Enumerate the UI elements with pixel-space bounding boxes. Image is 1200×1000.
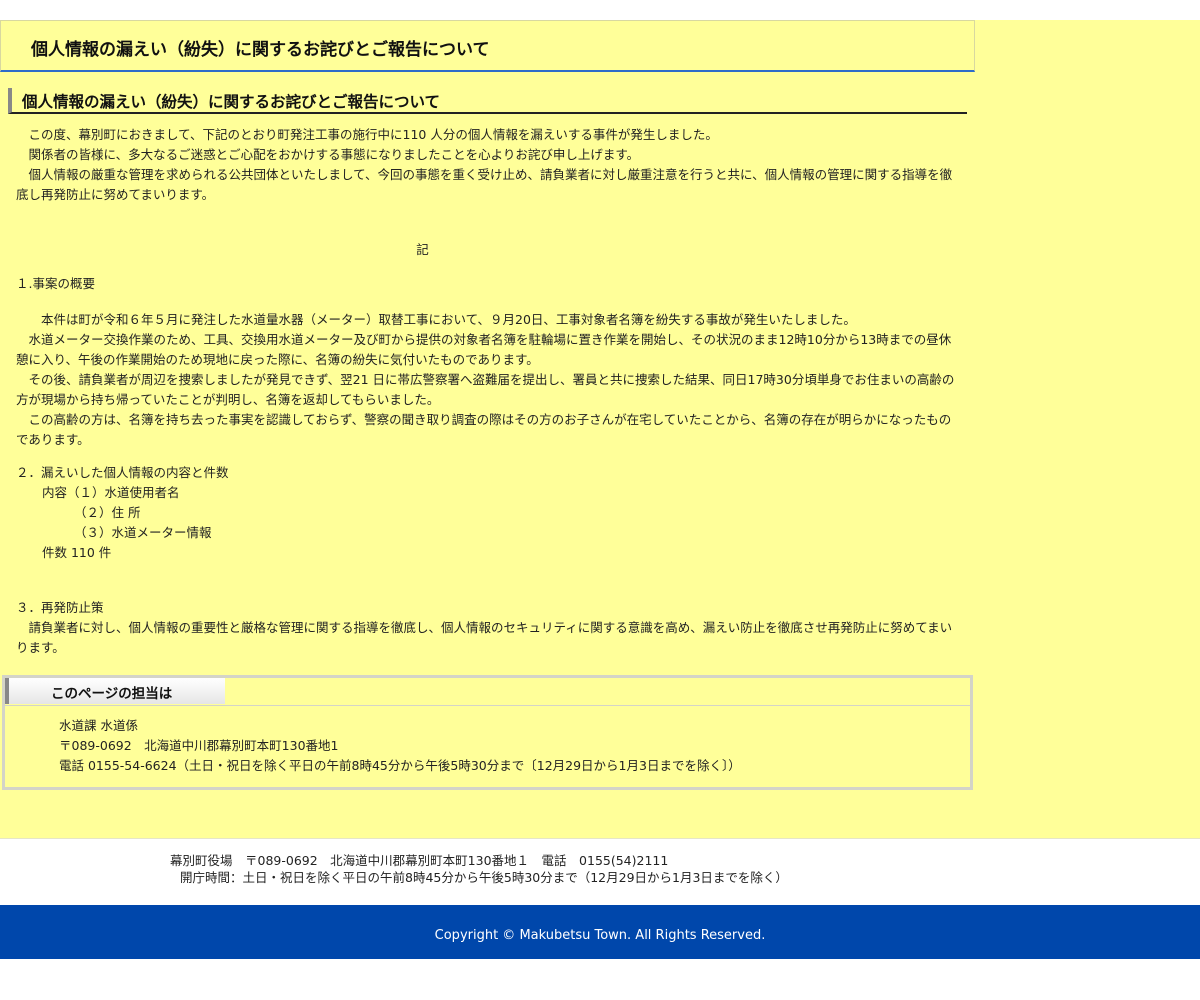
section2-line-3: （３）水道メーター情報 — [74, 525, 212, 540]
intro-text: この度、幕別町におきまして、下記のとおり町発注工事の施行中に110 人分の個人情… — [16, 125, 961, 205]
intro-paragraph-1: この度、幕別町におきまして、下記のとおり町発注工事の施行中に110 人分の個人情… — [28, 127, 718, 142]
section1-paragraph-2: 水道メーター交換作業のため、工具、交換用水道メーター及び町から提供の対象者名簿を… — [16, 332, 952, 367]
section2-line-1: 内容（１）水道使用者名 — [42, 485, 180, 500]
intro-paragraph-2: 関係者の皆様に、多大なるご迷惑とご心配をおかけする事態になりましたことを心よりお… — [28, 147, 640, 162]
section2-title: ２．漏えいした個人情報の内容と件数 — [16, 465, 229, 480]
section1-paragraph-3: その後、請負業者が周辺を捜索しましたが発見できず、翌21 日に帯広警察署へ盗難届… — [16, 372, 955, 407]
page-title: 個人情報の漏えい（紛失）に関するお詫びとご報告について — [31, 40, 490, 60]
contact-details: 水道課 水道係 〒089-0692 北海道中川郡幕別町本町130番地1 電話 0… — [59, 716, 741, 776]
contact-title-tab: このページの担当は — [5, 678, 225, 704]
section2: ２．漏えいした個人情報の内容と件数 内容（１）水道使用者名 （２）住 所 （３）… — [16, 463, 961, 563]
section2-line-4: 件数 110 件 — [42, 545, 112, 560]
note-mark: 記 — [416, 242, 429, 257]
copyright-text: Copyright © Makubetsu Town. All Rights R… — [434, 928, 766, 943]
footer-info: 幕別町役場 〒089-0692 北海道中川郡幕別町本町130番地１ 電話 015… — [0, 838, 1200, 906]
section1-title: １.事案の概要 — [16, 276, 95, 291]
content-heading-text: 個人情報の漏えい（紛失）に関するお詫びとご報告について — [22, 93, 441, 111]
section1-body: 本件は町が令和６年５月に発注した水道量水器（メーター）取替工事において、９月20… — [16, 310, 961, 450]
contact-address: 〒089-0692 北海道中川郡幕別町本町130番地1 — [59, 738, 339, 753]
section1-paragraph-4: この高齢の方は、名簿を持ち去った事実を認識しておらず、警察の聞き取り調査の際はそ… — [16, 412, 952, 447]
section3-paragraph: 請負業者に対し、個人情報の重要性と厳格な管理に関する指導を徹底し、個人情報のセキ… — [16, 620, 953, 655]
contact-title-bar: このページの担当は — [5, 678, 970, 706]
section1-paragraph-1: 本件は町が令和６年５月に発注した水道量水器（メーター）取替工事において、９月20… — [41, 312, 856, 327]
footer-hours: 開庁時間：土日・祝日を除く平日の午前8時45分から午後5時30分まで（12月29… — [180, 870, 788, 885]
page-header: 個人情報の漏えい（紛失）に関するお詫びとご報告について — [0, 20, 975, 72]
copyright-bar: Copyright © Makubetsu Town. All Rights R… — [0, 905, 1200, 959]
main-content-column: 個人情報の漏えい（紛失）に関するお詫びとご報告について 個人情報の漏えい（紛失）… — [0, 20, 975, 838]
section2-line-2: （２）住 所 — [74, 505, 141, 520]
contact-title: このページの担当は — [51, 686, 173, 702]
section3: ３．再発防止策 請負業者に対し、個人情報の重要性と厳格な管理に関する指導を徹底し… — [16, 598, 961, 658]
contact-department: 水道課 水道係 — [59, 718, 138, 733]
section3-title: ３．再発防止策 — [16, 600, 104, 615]
contact-box: このページの担当は 水道課 水道係 〒089-0692 北海道中川郡幕別町本町1… — [2, 675, 973, 790]
content-heading: 個人情報の漏えい（紛失）に関するお詫びとご報告について — [8, 88, 967, 114]
intro-paragraph-3: 個人情報の厳重な管理を求められる公共団体といたしまして、今回の事態を重く受け止め… — [16, 167, 953, 202]
contact-phone: 電話 0155-54-6624（土日・祝日を除く平日の午前8時45分から午後5時… — [59, 758, 741, 773]
